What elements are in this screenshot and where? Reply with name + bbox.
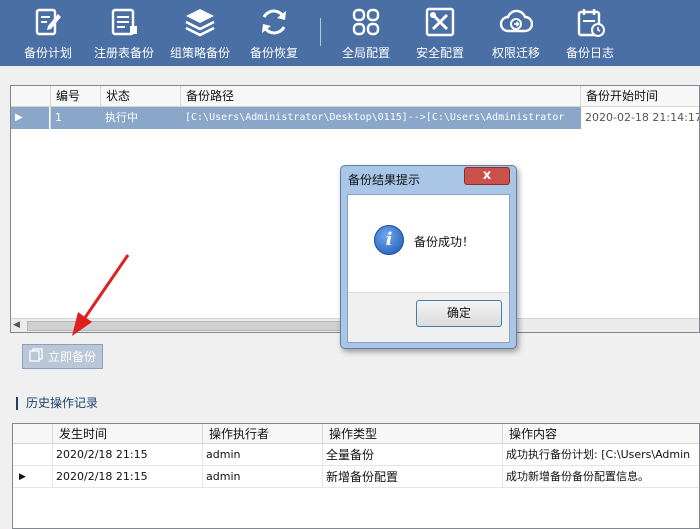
cell-operator: admin xyxy=(203,466,323,488)
cell-time: 2020/2/18 21:15 xyxy=(53,466,203,488)
table-row[interactable]: 2020/2/18 21:15 admin 全量备份 成功执行备份计划: [C:… xyxy=(13,444,699,466)
history-grid-header: 发生时间 操作执行者 操作类型 操作内容 xyxy=(13,424,699,444)
backup-result-dialog: 备份结果提示 x i 备份成功！ 确定 xyxy=(340,165,517,349)
history-grid[interactable]: 发生时间 操作执行者 操作类型 操作内容 2020/2/18 21:15 adm… xyxy=(12,423,700,529)
cell-operator: admin xyxy=(203,444,323,466)
cell-time: 2020/2/18 21:15 xyxy=(53,444,203,466)
ok-button[interactable]: 确定 xyxy=(416,300,502,327)
cell-op-content: 成功执行备份计划: [C:\Users\Admin xyxy=(506,448,691,461)
dialog-title: 备份结果提示 xyxy=(348,173,421,187)
column-header-op-type[interactable]: 操作类型 xyxy=(323,424,503,444)
cell-op-type: 新增备份配置 xyxy=(323,466,503,488)
row-pointer-icon[interactable]: ▶ xyxy=(13,466,53,488)
history-header-corner xyxy=(13,424,53,444)
dialog-message: 备份成功！ xyxy=(414,235,475,249)
cell-op-content: 成功新增备份备份配置信息。 xyxy=(506,470,649,483)
row-selector[interactable] xyxy=(13,444,53,466)
column-header-op-content[interactable]: 操作内容 xyxy=(503,424,699,444)
table-row[interactable]: ▶ 2020/2/18 21:15 admin 新增备份配置 成功新增备份备份配… xyxy=(13,466,699,488)
dialog-body: i 备份成功！ 确定 xyxy=(347,194,510,343)
column-header-operator[interactable]: 操作执行者 xyxy=(203,424,323,444)
history-section-title: 历史操作记录 xyxy=(16,397,98,410)
column-header-time[interactable]: 发生时间 xyxy=(53,424,203,444)
info-icon: i xyxy=(374,225,404,255)
cell-op-type: 全量备份 xyxy=(323,444,503,466)
close-icon[interactable]: x xyxy=(464,167,510,185)
